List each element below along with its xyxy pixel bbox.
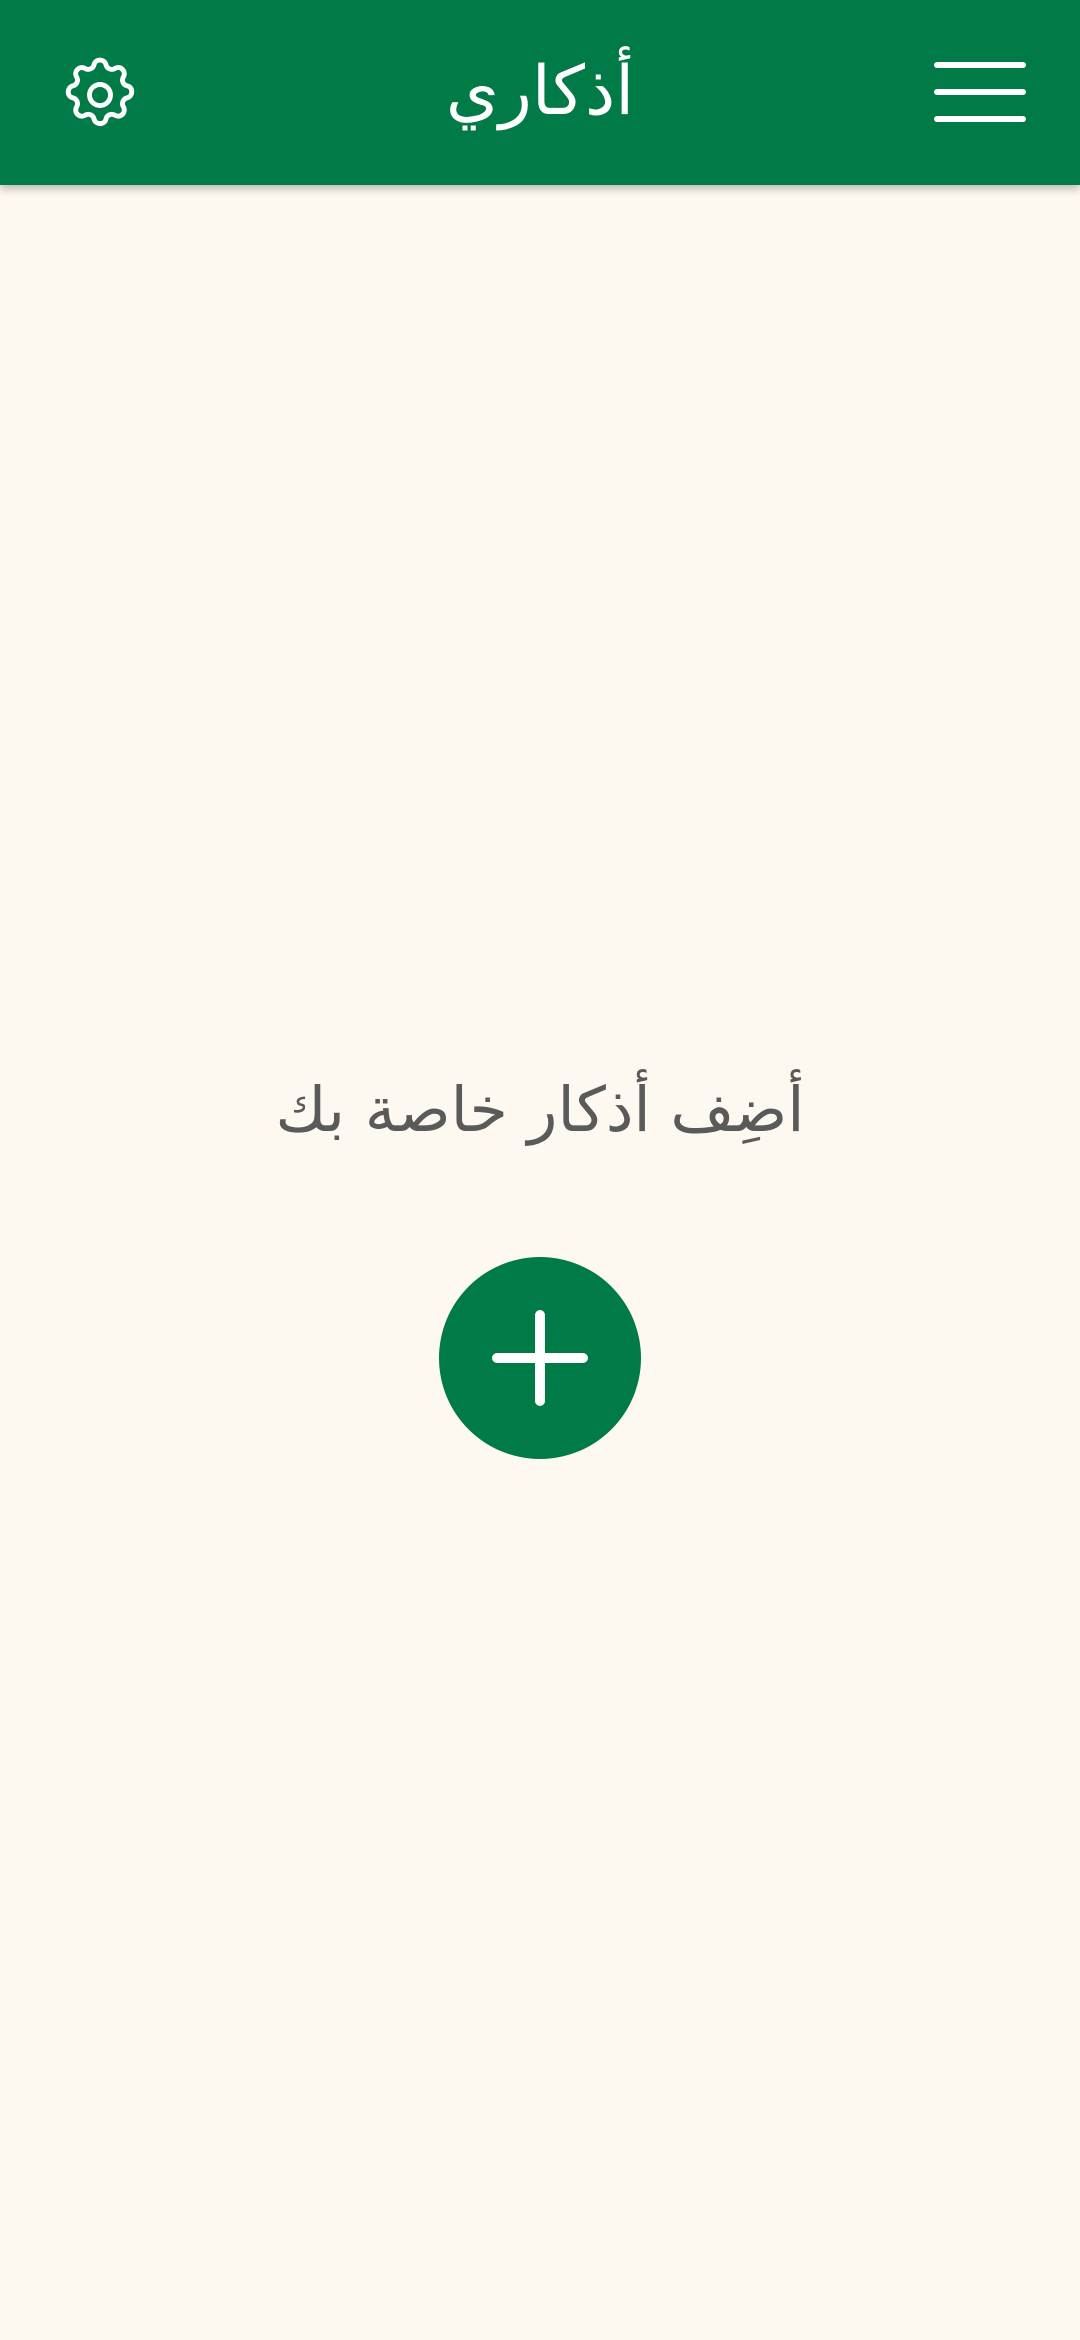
app-title: أذكاري (445, 52, 635, 131)
menu-button[interactable] (920, 42, 1040, 142)
gear-icon (65, 57, 135, 127)
empty-state: أضِف أذكار خاصة بك (0, 185, 1080, 2340)
add-dhikr-button[interactable] (439, 1257, 641, 1459)
settings-button[interactable] (40, 40, 160, 150)
empty-state-message: أضِف أذكار خاصة بك (275, 1073, 805, 1146)
plus-icon (492, 1310, 588, 1406)
app-bar: أذكاري (0, 0, 1080, 185)
hamburger-menu-icon (934, 62, 1026, 122)
